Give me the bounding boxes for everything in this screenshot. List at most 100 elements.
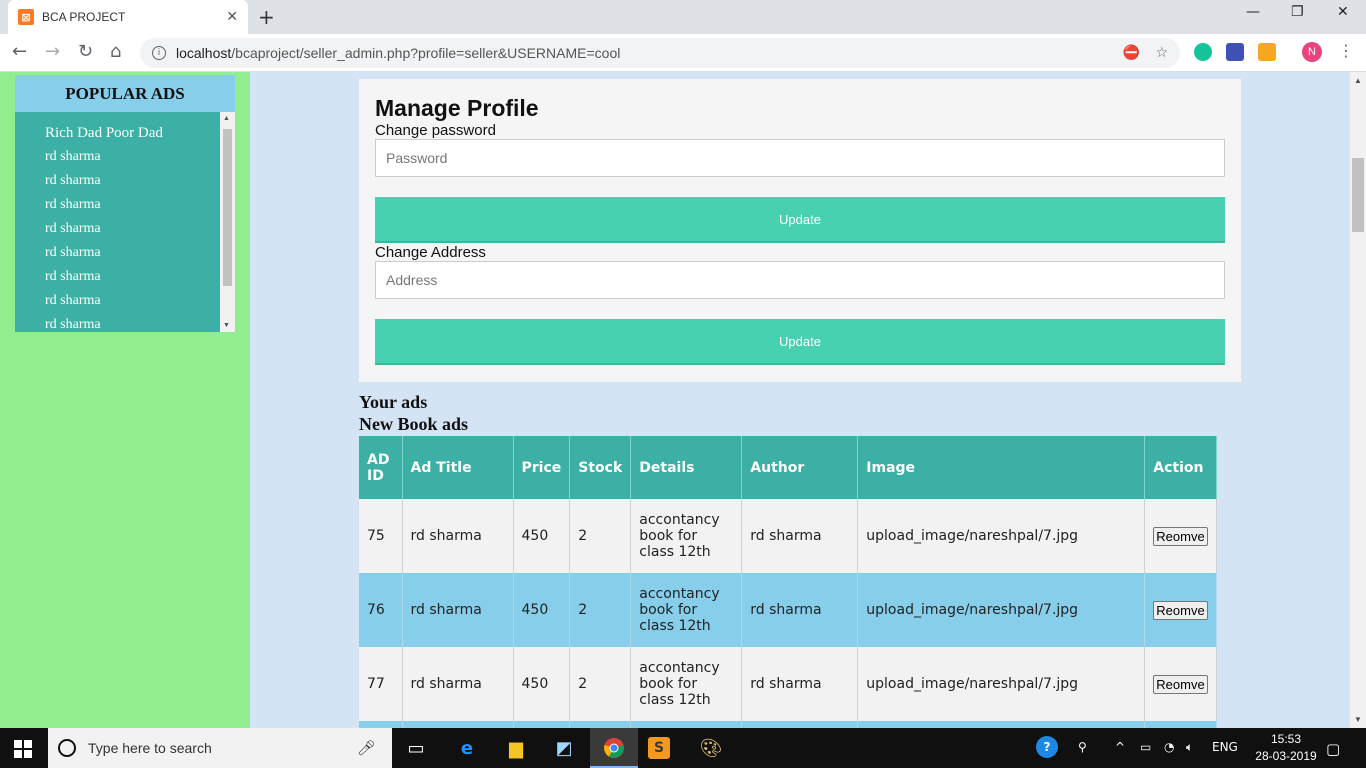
page-scrollbar[interactable]: ▲ ▼ (1350, 72, 1366, 728)
manage-profile-panel: Manage Profile Change password Update Ch… (359, 79, 1241, 382)
popular-ad-item[interactable]: rd sharma (15, 148, 235, 172)
window-close-icon[interactable]: ✕ (1337, 4, 1349, 20)
info-icon[interactable]: i (152, 46, 166, 60)
chrome-icon[interactable] (600, 734, 628, 762)
ad-image-path: upload_image/nareshpal/7.jpg (857, 499, 1146, 573)
popular-ads-list[interactable]: Rich Dad Poor Dad rd sharma rd sharma rd… (15, 112, 235, 332)
column-header: Details (630, 436, 743, 499)
ad-stock: 2 (569, 647, 632, 721)
update-password-button[interactable]: Update (375, 197, 1225, 243)
password-field[interactable] (375, 139, 1225, 177)
popular-ad-item[interactable]: rd sharma (15, 172, 235, 196)
microphone-icon[interactable]: 🎤︎ (357, 739, 376, 757)
ad-stock (569, 721, 632, 728)
clock-date: 28-03-2019 (1255, 749, 1317, 763)
browser-tab[interactable]: ⊠ BCA PROJECT ✕ (8, 0, 248, 34)
ads-table: AD ID Ad Title Price Stock Details Autho… (359, 436, 1217, 728)
grammarly-icon[interactable] (1194, 43, 1212, 61)
popular-ad-item[interactable]: rd sharma (15, 292, 235, 316)
paint-icon[interactable]: 🎨︎ (697, 734, 725, 762)
ad-stock: 2 (569, 499, 632, 573)
browser-tabbar: ⊠ BCA PROJECT ✕ + — ❐ ✕ (0, 0, 1366, 34)
popular-ad-item[interactable]: rd sharma (15, 316, 235, 332)
minimize-icon[interactable]: — (1246, 4, 1260, 20)
popular-ads-panel: POPULAR ADS Rich Dad Poor Dad rd sharma … (15, 75, 235, 332)
ad-details: accontancy book for class 12th (630, 647, 743, 721)
forward-icon[interactable]: → (45, 41, 60, 62)
tray-chevron-icon[interactable]: ^ (1115, 740, 1125, 754)
scroll-down-icon[interactable]: ▼ (1354, 715, 1362, 724)
people-icon[interactable]: ⚲ (1078, 740, 1087, 754)
tab-title: BCA PROJECT (42, 10, 126, 24)
table-row: 75 rd sharma 450 2 accontancy book for c… (359, 499, 1217, 573)
ad-title: rd sharma (402, 499, 514, 573)
popular-ad-item[interactable]: rd sharma (15, 196, 235, 220)
help-icon[interactable]: ? (1036, 736, 1058, 758)
notification-icon[interactable]: ▢ (1326, 740, 1340, 758)
ad-stock: 2 (569, 573, 632, 647)
close-icon[interactable]: ✕ (226, 9, 238, 25)
address-bar[interactable]: i localhost/bcaproject/seller_admin.php?… (140, 38, 1180, 68)
restore-icon[interactable]: ❐ (1291, 4, 1304, 20)
ad-image-path: upload_image/nareshpal/7.jpg (857, 647, 1146, 721)
column-header: Author (741, 436, 859, 499)
remove-button[interactable]: Reomve (1153, 674, 1208, 694)
extension-icon[interactable] (1226, 43, 1244, 61)
column-header: Action (1144, 436, 1217, 499)
file-explorer-icon[interactable]: ▆ (502, 734, 530, 762)
xampp-favicon-icon: ⊠ (18, 9, 34, 25)
taskbar-search[interactable]: Type here to search 🎤︎ (48, 728, 392, 768)
scrollbar-thumb[interactable] (223, 129, 232, 286)
remove-button[interactable]: Reomve (1153, 600, 1208, 620)
menu-icon[interactable]: ⋮ (1338, 41, 1354, 60)
wifi-icon[interactable]: ◔ (1164, 740, 1174, 754)
ad-title: rd sharma (402, 573, 514, 647)
ad-action: Reomve (1144, 647, 1217, 721)
volume-icon[interactable]: 🔈︎ (1186, 740, 1193, 755)
home-icon[interactable]: ⌂ (110, 41, 121, 62)
avatar[interactable]: N (1302, 42, 1322, 62)
blocked-content-icon[interactable]: ⛔ (1123, 45, 1140, 61)
ad-action: Reomve (1144, 499, 1217, 573)
sublime-text-icon[interactable]: S (648, 737, 670, 759)
notepad-icon[interactable]: ◩ (550, 734, 578, 762)
new-tab-icon[interactable]: + (258, 5, 275, 29)
ad-author: rd sharma (741, 499, 859, 573)
ad-price (513, 721, 571, 728)
update-address-button[interactable]: Update (375, 319, 1225, 365)
scroll-up-icon[interactable]: ▲ (223, 115, 230, 122)
column-header: AD ID (359, 436, 403, 499)
ad-id: 76 (359, 573, 403, 647)
popular-ad-item[interactable]: rd sharma (15, 220, 235, 244)
popular-ads-scrollbar[interactable]: ▲ ▼ (220, 112, 235, 332)
address-field[interactable] (375, 261, 1225, 299)
reload-icon[interactable]: ↻ (78, 41, 93, 62)
address-label: Change Address (375, 244, 486, 261)
new-book-ads-heading: New Book ads (359, 414, 469, 434)
scrollbar-thumb[interactable] (1352, 158, 1364, 232)
star-icon[interactable]: ☆ (1155, 45, 1168, 61)
edge-icon[interactable]: e (453, 734, 481, 762)
scroll-down-icon[interactable]: ▼ (223, 322, 230, 329)
language-indicator[interactable]: ENG (1212, 740, 1238, 754)
your-ads-heading: Your ads (359, 392, 428, 412)
taskbar: Type here to search 🎤︎ ▭ e ▆ ◩ S 🎨︎ ? ⚲ … (0, 728, 1366, 768)
ad-id: 77 (359, 647, 403, 721)
column-header: Price (513, 436, 571, 499)
popular-ad-item[interactable]: Rich Dad Poor Dad (15, 124, 235, 148)
scroll-up-icon[interactable]: ▲ (1354, 76, 1362, 85)
remove-button[interactable]: Reomve (1153, 526, 1208, 546)
task-view-icon[interactable]: ▭ (402, 734, 430, 762)
taskbar-clock[interactable]: 15:53 28-03-2019 (1254, 731, 1318, 765)
ad-author: rd sharma (741, 647, 859, 721)
table-row (359, 721, 1217, 728)
main-column: Manage Profile Change password Update Ch… (250, 72, 1350, 728)
password-label: Change password (375, 122, 496, 139)
popular-ad-item[interactable]: rd sharma (15, 244, 235, 268)
battery-icon[interactable]: ▭ (1140, 740, 1151, 754)
back-icon[interactable]: ← (12, 41, 27, 62)
extension-2-icon[interactable] (1258, 43, 1276, 61)
ad-id (359, 721, 403, 728)
windows-start-icon[interactable] (14, 740, 32, 758)
popular-ad-item[interactable]: rd sharma (15, 268, 235, 292)
